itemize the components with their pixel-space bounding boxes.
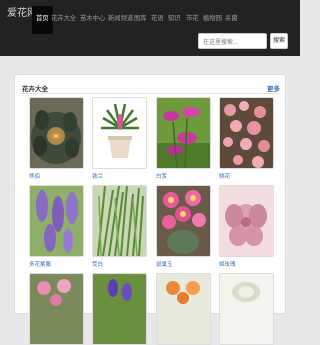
flower-name[interactable]: 姬玫瑰 xyxy=(219,260,274,268)
flower-card-9[interactable] xyxy=(29,273,84,345)
panel-divider xyxy=(21,93,280,94)
flower-card-12[interactable] xyxy=(219,273,274,345)
more-link[interactable]: 更多 xyxy=(267,83,280,93)
nav-item-flower-language[interactable]: 花语 xyxy=(151,6,164,34)
flower-card-1[interactable]: 熊佰 xyxy=(29,97,84,180)
nav-item-pest-control[interactable]: 杀菌 xyxy=(225,6,238,34)
flower-card-3[interactable]: 白笈 xyxy=(156,97,211,180)
nav-item-news[interactable]: 新闻频道 xyxy=(108,6,133,34)
nav-item-flowers[interactable]: 花卉大全 xyxy=(51,6,76,34)
search-input[interactable] xyxy=(198,33,267,49)
flower-name[interactable]: 白笈 xyxy=(156,172,211,180)
flower-thumbnail[interactable] xyxy=(92,185,147,257)
flower-thumbnail[interactable] xyxy=(29,185,84,257)
nav-item-home[interactable]: 首页 xyxy=(32,6,53,34)
flower-name[interactable]: 多花紫藤 xyxy=(29,260,84,268)
flower-name[interactable]: 铁兰 xyxy=(92,172,147,180)
flower-card-10[interactable] xyxy=(92,273,147,345)
flower-thumbnail[interactable] xyxy=(219,97,274,169)
flower-card-11[interactable] xyxy=(156,273,211,345)
flower-thumbnail[interactable] xyxy=(29,273,84,345)
flower-name[interactable]: 桃花 xyxy=(219,172,274,180)
flower-card-4[interactable]: 桃花 xyxy=(219,97,274,180)
flower-thumbnail[interactable] xyxy=(156,185,211,257)
nav-item-botanical-garden[interactable]: 植物园 xyxy=(203,6,222,34)
flower-name[interactable]: 熊佰 xyxy=(29,172,84,180)
flower-name[interactable]: 茭白 xyxy=(92,260,147,268)
flower-thumbnail[interactable] xyxy=(219,185,274,257)
flower-card-2[interactable]: 铁兰 xyxy=(92,97,147,180)
search-button[interactable]: 搜索 xyxy=(270,33,288,49)
flower-thumbnail[interactable] xyxy=(219,273,274,345)
flower-thumbnail[interactable] xyxy=(156,273,211,345)
flower-thumbnail[interactable] xyxy=(156,97,211,169)
nav-item-gallery[interactable]: 图库 xyxy=(134,6,147,34)
panel-title: 花卉大全 xyxy=(22,85,48,93)
flower-thumbnail[interactable] xyxy=(92,97,147,169)
flower-card-8[interactable]: 姬玫瑰 xyxy=(219,185,274,268)
flower-name[interactable]: 鼠巢玉 xyxy=(156,260,211,268)
flower-card-5[interactable]: 多花紫藤 xyxy=(29,185,84,268)
flower-thumbnail[interactable] xyxy=(29,97,84,169)
nav-item-knowledge[interactable]: 知识 xyxy=(168,6,181,34)
top-navbar: 爱花网 首页 花卉大全 苗木中心 新闻频道 图库 花语 知识 市花 植物园 杀菌… xyxy=(0,0,300,56)
flower-card-6[interactable]: 茭白 xyxy=(92,185,147,268)
flower-catalog-panel: 花卉大全 更多 熊佰 铁兰 白笈 桃花 多花紫藤 茭白 鼠巢玉 姬玫瑰 xyxy=(14,74,286,345)
flower-thumbnail[interactable] xyxy=(92,273,147,345)
nav-item-nursery[interactable]: 苗木中心 xyxy=(80,6,105,34)
nav-item-city-flowers[interactable]: 市花 xyxy=(186,6,199,34)
flower-card-7[interactable]: 鼠巢玉 xyxy=(156,185,211,268)
